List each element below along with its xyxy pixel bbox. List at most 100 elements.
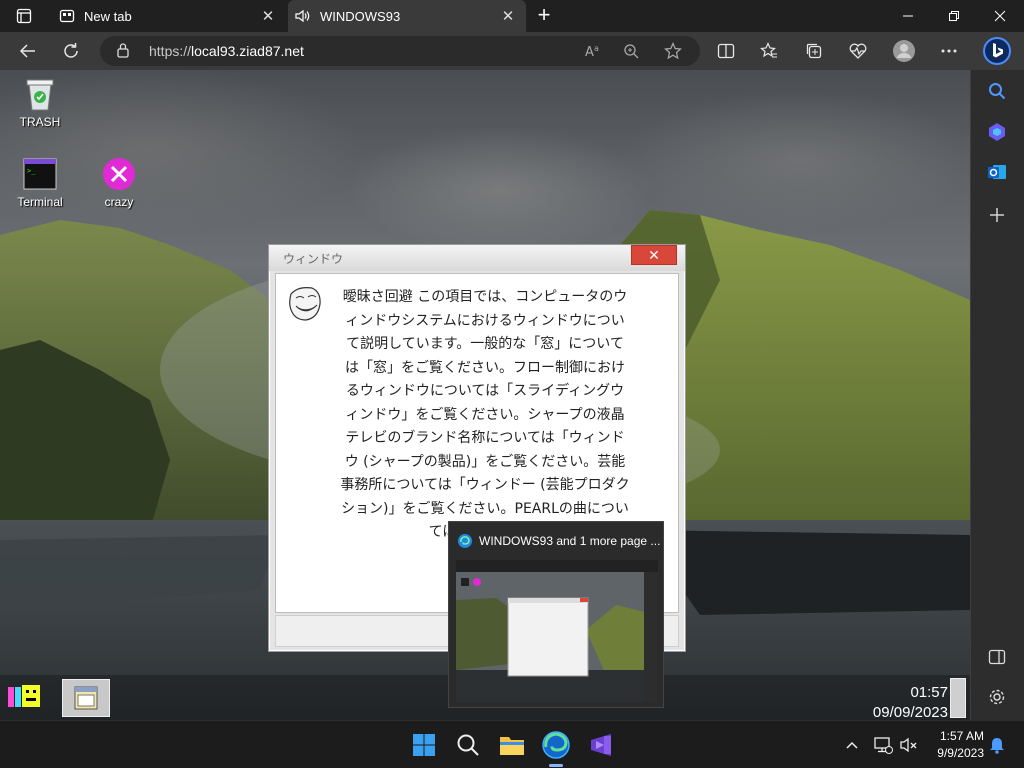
tab-close-button[interactable]: ✕: [256, 4, 280, 28]
search-icon: [989, 83, 1006, 100]
desktop-icon-trash[interactable]: TRASH: [4, 76, 76, 129]
tab-windows93[interactable]: WINDOWS93 ✕: [288, 0, 526, 32]
w93-dialog-close-button[interactable]: ✕: [631, 245, 677, 265]
bell-icon: [990, 738, 1004, 754]
windows-taskbar: 1:57 AM 9/9/2023: [0, 720, 1024, 768]
desktop-icon-crazy[interactable]: crazy: [83, 156, 155, 209]
tab-new-tab[interactable]: New tab ✕: [48, 0, 286, 32]
thumbnail-title: WINDOWS93 and 1 more page ...: [457, 531, 660, 551]
outlook-icon: [988, 165, 1006, 179]
favorites-button[interactable]: [754, 36, 784, 66]
browser-toolbar: https://local93.ziad87.net Aa: [0, 32, 1024, 70]
thumbnail-image: [456, 560, 658, 702]
w93-clock-date: 09/09/2023: [872, 704, 948, 720]
restore-button[interactable]: [931, 0, 977, 32]
sidebar-panel-icon: [988, 649, 1006, 665]
back-arrow-icon: [19, 44, 35, 58]
edge-icon: [542, 731, 570, 759]
profile-button[interactable]: [889, 36, 919, 66]
start-button[interactable]: [408, 729, 440, 761]
w93-clock-time: 01:57: [910, 684, 948, 701]
visual-studio-icon: [591, 734, 611, 756]
notifications-button[interactable]: [986, 731, 1008, 759]
minimize-icon: [903, 15, 913, 17]
sidebar-outlook-button[interactable]: [984, 159, 1010, 185]
more-dots-icon: [941, 49, 957, 53]
taskbar-search-button[interactable]: [452, 729, 484, 761]
network-status-button[interactable]: [872, 731, 894, 759]
volume-status-button[interactable]: [898, 731, 920, 759]
new-tab-button[interactable]: +: [532, 4, 556, 28]
w93-start-button[interactable]: [6, 683, 44, 711]
desktop-icon-label: crazy: [104, 195, 134, 209]
tab-close-button[interactable]: ✕: [496, 4, 520, 28]
edge-icon: [458, 534, 472, 548]
sidebar-search-button[interactable]: [984, 78, 1010, 104]
sidebar-copilot-button[interactable]: [984, 119, 1010, 145]
thumbnail-title-text: WINDOWS93 and 1 more page ...: [479, 534, 661, 548]
w93-start-icon: [8, 685, 40, 707]
split-screen-button[interactable]: [711, 36, 741, 66]
svg-text:>_: >_: [27, 167, 36, 175]
bing-copilot-button[interactable]: [981, 34, 1013, 68]
trollface-icon: [289, 287, 321, 321]
close-window-button[interactable]: [977, 0, 1023, 32]
system-clock[interactable]: 1:57 AM 9/9/2023: [922, 728, 984, 762]
url-scheme: https://: [149, 43, 192, 59]
browser-essentials-button[interactable]: [843, 36, 873, 66]
url-text[interactable]: https://local93.ziad87.net: [149, 43, 304, 59]
show-hidden-icons-button[interactable]: [842, 731, 862, 759]
tab-actions-icon: [16, 8, 32, 24]
w93-show-desktop-button[interactable]: [950, 678, 966, 718]
avatar: [893, 40, 915, 62]
desktop-icon-terminal[interactable]: >_ Terminal: [4, 156, 76, 209]
search-icon: [457, 734, 479, 756]
tab-label: WINDOWS93: [320, 8, 401, 24]
recycle-bin-icon: [22, 76, 58, 112]
w93-dialog-title: ウィンドウ: [283, 252, 344, 266]
w93-dialog-titlebar[interactable]: ウィンドウ ✕: [269, 245, 685, 271]
url-host: local93.ziad87.net: [191, 43, 304, 59]
address-bar[interactable]: https://local93.ziad87.net Aa: [100, 36, 700, 66]
desktop-icon-label: Terminal: [17, 195, 63, 209]
refresh-button[interactable]: [56, 36, 86, 66]
zoom-icon[interactable]: [618, 38, 644, 64]
taskbar-thumbnail-preview[interactable]: WINDOWS93 and 1 more page ...: [448, 521, 664, 708]
sidebar-settings-button[interactable]: [984, 684, 1010, 710]
minimize-button[interactable]: [885, 0, 931, 32]
desktop-icon-label: TRASH: [19, 115, 61, 129]
audio-playing-icon[interactable]: [294, 7, 312, 25]
folder-icon: [500, 737, 524, 755]
volume-muted-icon: [900, 737, 917, 753]
sidebar-hide-button[interactable]: [984, 644, 1010, 670]
active-app-indicator: [549, 764, 563, 767]
tab-actions-button[interactable]: [8, 4, 40, 28]
chevron-up-icon: [846, 741, 858, 749]
copilot-icon: [989, 123, 1005, 141]
settings-more-button[interactable]: [934, 36, 964, 66]
restore-icon: [949, 11, 959, 21]
w93-clock[interactable]: 01:57 09/09/2023: [873, 683, 948, 720]
close-icon: [994, 10, 1006, 22]
taskbar-edge[interactable]: [540, 729, 572, 761]
system-time: 1:57 AM: [939, 729, 984, 743]
w93-taskbar-window-button[interactable]: [62, 679, 110, 717]
taskbar-visual-studio[interactable]: [585, 729, 617, 761]
w93-window-app-icon: [74, 686, 98, 710]
sidebar-add-button[interactable]: [984, 202, 1010, 228]
lock-icon[interactable]: [116, 42, 130, 63]
tab-label: New tab: [84, 8, 132, 24]
heart-pulse-icon: [849, 43, 867, 59]
windows-logo-icon: [413, 734, 435, 756]
favorite-star-icon[interactable]: [660, 38, 686, 64]
split-screen-icon: [717, 43, 735, 59]
edge-sidebar: [970, 70, 1024, 720]
browser-tab-bar: New tab ✕ WINDOWS93 ✕ +: [0, 0, 1024, 32]
back-button[interactable]: [13, 36, 43, 66]
taskbar-file-explorer[interactable]: [496, 729, 528, 761]
collections-button[interactable]: [799, 36, 829, 66]
collections-icon: [806, 43, 822, 59]
read-aloud-icon[interactable]: Aa: [580, 38, 606, 64]
terminal-icon: >_: [22, 156, 58, 192]
gear-icon: [989, 689, 1005, 705]
